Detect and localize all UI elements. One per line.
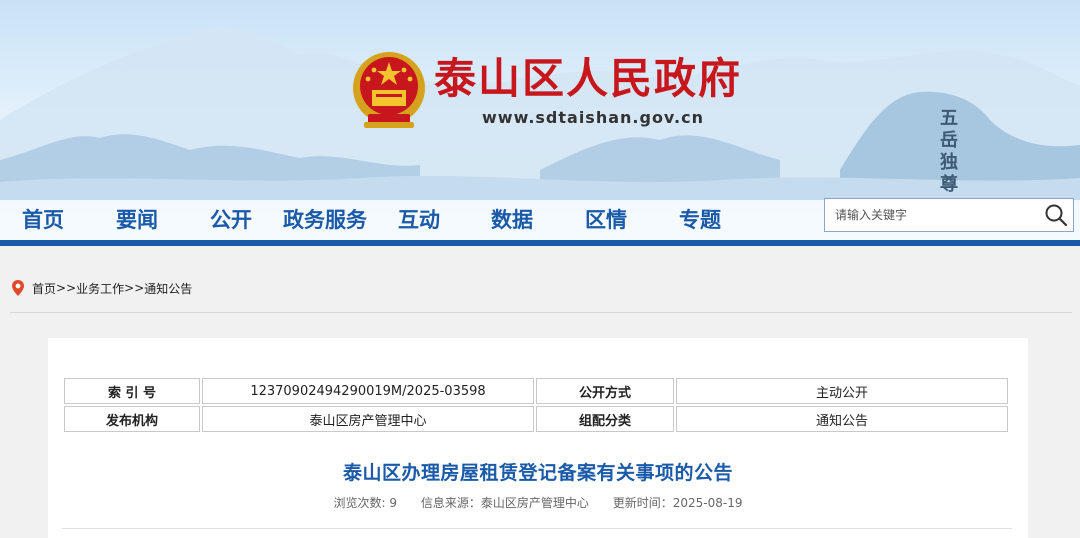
- category-label: 组配分类: [536, 406, 674, 432]
- article-title: 泰山区办理房屋租赁登记备案有关事项的公告: [342, 462, 733, 484]
- update-time-value: 2025-08-19: [672, 496, 743, 510]
- search-icon: [1045, 204, 1068, 227]
- nav-topics[interactable]: 专题: [679, 204, 721, 234]
- view-count: 浏览次数: 9: [334, 496, 398, 510]
- index-number-label: 索 引 号: [64, 378, 200, 404]
- search-button[interactable]: [1041, 201, 1071, 229]
- article-panel: 索 引 号 12370902494290019M/2025-03598 公开方式…: [48, 338, 1028, 538]
- view-count-label: 浏览次数:: [333, 496, 386, 510]
- update-time: 更新时间：2025-08-19: [613, 496, 743, 510]
- header-banner: 泰山区人民政府 www.sdtaishan.gov.cn 五岳独尊 首页 要闻 …: [0, 0, 1080, 246]
- national-emblem-icon: [353, 52, 425, 128]
- info-source-label: 信息来源：: [420, 496, 481, 510]
- publisher-value: 泰山区房产管理中心: [202, 406, 534, 432]
- disclosure-method-value: 主动公开: [676, 378, 1008, 404]
- index-number-value: 12370902494290019M/2025-03598: [202, 378, 534, 404]
- article-divider: [62, 528, 1012, 529]
- site-url[interactable]: www.sdtaishan.gov.cn: [482, 108, 704, 127]
- calligraphy-inscription: 五岳独尊: [940, 108, 958, 195]
- nav-data[interactable]: 数据: [491, 204, 533, 234]
- disclosure-method-label: 公开方式: [536, 378, 674, 404]
- info-source-value: 泰山区房产管理中心: [480, 496, 589, 510]
- nav-news[interactable]: 要闻: [116, 204, 158, 234]
- breadcrumb-separator: >>: [124, 281, 145, 295]
- breadcrumb-home[interactable]: 首页: [32, 280, 56, 297]
- publisher-label: 发布机构: [64, 406, 200, 432]
- breadcrumb: 首页 >> 业务工作 >> 通知公告: [10, 276, 192, 300]
- info-source: 信息来源：泰山区房产管理中心: [421, 496, 589, 510]
- nav-services[interactable]: 政务服务: [283, 204, 367, 234]
- location-pin-icon: [12, 280, 24, 296]
- update-time-label: 更新时间：: [612, 496, 673, 510]
- site-title: 泰山区人民政府: [434, 54, 743, 103]
- nav-public[interactable]: 公开: [210, 204, 252, 234]
- search-box: [824, 198, 1074, 232]
- search-input[interactable]: [825, 199, 1037, 231]
- view-count-value: 9: [389, 496, 398, 510]
- category-value: 通知公告: [676, 406, 1008, 432]
- table-row: 索 引 号 12370902494290019M/2025-03598 公开方式…: [64, 378, 1008, 404]
- table-row: 发布机构 泰山区房产管理中心 组配分类 通知公告: [64, 406, 1008, 432]
- breadcrumb-separator: >>: [56, 281, 77, 295]
- metadata-table: 索 引 号 12370902494290019M/2025-03598 公开方式…: [62, 376, 1010, 434]
- nav-district[interactable]: 区情: [585, 204, 627, 234]
- breadcrumb-divider: [10, 312, 1072, 313]
- main-nav: 首页 要闻 公开 政务服务 互动 数据 区情 专题: [0, 196, 820, 240]
- breadcrumb-current[interactable]: 通知公告: [144, 280, 192, 297]
- breadcrumb-section[interactable]: 业务工作: [76, 280, 124, 297]
- nav-interact[interactable]: 互动: [398, 204, 440, 234]
- nav-home[interactable]: 首页: [22, 204, 64, 234]
- article-meta: 浏览次数: 9 信息来源：泰山区房产管理中心 更新时间：2025-08-19: [48, 494, 1028, 511]
- nav-underline: [0, 240, 1080, 246]
